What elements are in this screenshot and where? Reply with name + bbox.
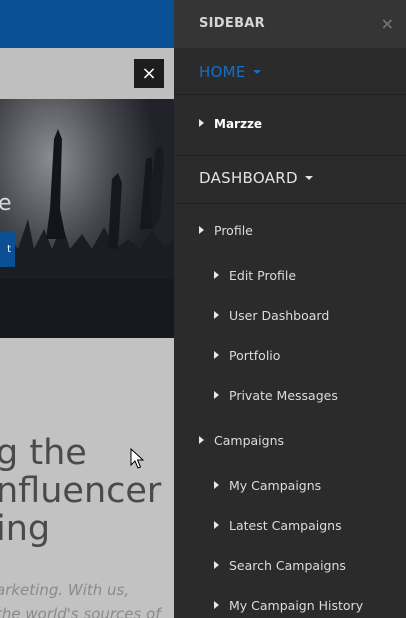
caret-right-icon	[214, 481, 219, 489]
nav-dashboard-row[interactable]: DASHBOARD	[174, 156, 406, 204]
caret-right-icon	[214, 561, 219, 569]
nav-item-label: Portfolio	[229, 348, 281, 363]
caret-right-icon	[214, 351, 219, 359]
close-icon: ×	[380, 14, 394, 33]
hero-cta-label: t	[7, 244, 11, 255]
nav-home-link[interactable]: HOME	[199, 63, 261, 81]
caret-right-icon	[199, 119, 204, 127]
nav-dashboard-label: DASHBOARD	[199, 169, 298, 187]
caret-right-icon	[214, 271, 219, 279]
background-paragraph-line-1: arketing. With us,	[0, 581, 130, 599]
nav-item-user-dashboard[interactable]: User Dashboard	[214, 308, 329, 323]
chevron-down-icon	[304, 176, 313, 180]
mouse-cursor-icon	[130, 448, 144, 469]
close-icon: ×	[141, 62, 157, 84]
nav-marzze-label: Marzze	[214, 117, 263, 131]
caret-right-icon	[214, 601, 219, 609]
sidebar-close-button[interactable]: ×	[381, 14, 394, 34]
nav-item-label: Private Messages	[229, 388, 338, 403]
nav-item-label: Campaigns	[214, 433, 285, 448]
nav-item-private-messages[interactable]: Private Messages	[214, 388, 338, 403]
nav-item-campaigns[interactable]: Campaigns	[199, 433, 284, 448]
hero-image: e t	[0, 99, 174, 338]
sidebar-header: SIDEBAR ×	[174, 0, 406, 48]
nav-item-label: My Campaign History	[229, 598, 364, 613]
hero-heading-fragment: e	[0, 191, 12, 216]
background-paragraph-line-2: the world's sources of	[0, 605, 161, 618]
background-heading-line-3: ing	[0, 509, 51, 549]
nav-item-label: Edit Profile	[229, 268, 297, 283]
nav-dashboard-link[interactable]: DASHBOARD	[199, 169, 313, 187]
nav-item-label: My Campaigns	[229, 478, 322, 493]
nav-item-portfolio[interactable]: Portfolio	[214, 348, 280, 363]
caret-right-icon	[214, 391, 219, 399]
background-heading-line-2: nfluencer	[0, 471, 162, 511]
nav-home-label: HOME	[199, 63, 246, 81]
nav-item-my-campaign-history[interactable]: My Campaign History	[214, 598, 363, 613]
nav-item-search-campaigns[interactable]: Search Campaigns	[214, 558, 346, 573]
chevron-down-icon	[252, 70, 261, 74]
background-page: × e t g the nfluencer ing arketing. With u	[0, 0, 174, 618]
nav-item-label: Search Campaigns	[229, 558, 346, 573]
caret-right-icon	[214, 521, 219, 529]
close-overlay-button[interactable]: ×	[134, 59, 164, 88]
sidebar-panel: SIDEBAR × HOME Marzze DASHBOARD Profile …	[174, 0, 406, 618]
nav-home-row[interactable]: HOME	[174, 48, 406, 95]
nav-item-label: Latest Campaigns	[229, 518, 342, 533]
caret-right-icon	[214, 311, 219, 319]
nav-item-label: User Dashboard	[229, 308, 330, 323]
caret-right-icon	[199, 436, 204, 444]
nav-item-label: Profile	[214, 223, 253, 238]
caret-right-icon	[199, 226, 204, 234]
background-top-bar	[0, 0, 174, 48]
nav-marzze-link[interactable]: Marzze	[199, 117, 262, 131]
nav-item-my-campaigns[interactable]: My Campaigns	[214, 478, 321, 493]
sidebar-title: SIDEBAR	[199, 16, 265, 31]
nav-item-profile[interactable]: Profile	[199, 223, 253, 238]
hero-cta-button[interactable]: t	[0, 232, 15, 267]
nav-item-edit-profile[interactable]: Edit Profile	[214, 268, 296, 283]
background-paragraph: arketing. With us, the world's sources of	[0, 578, 161, 618]
nav-item-latest-campaigns[interactable]: Latest Campaigns	[214, 518, 342, 533]
